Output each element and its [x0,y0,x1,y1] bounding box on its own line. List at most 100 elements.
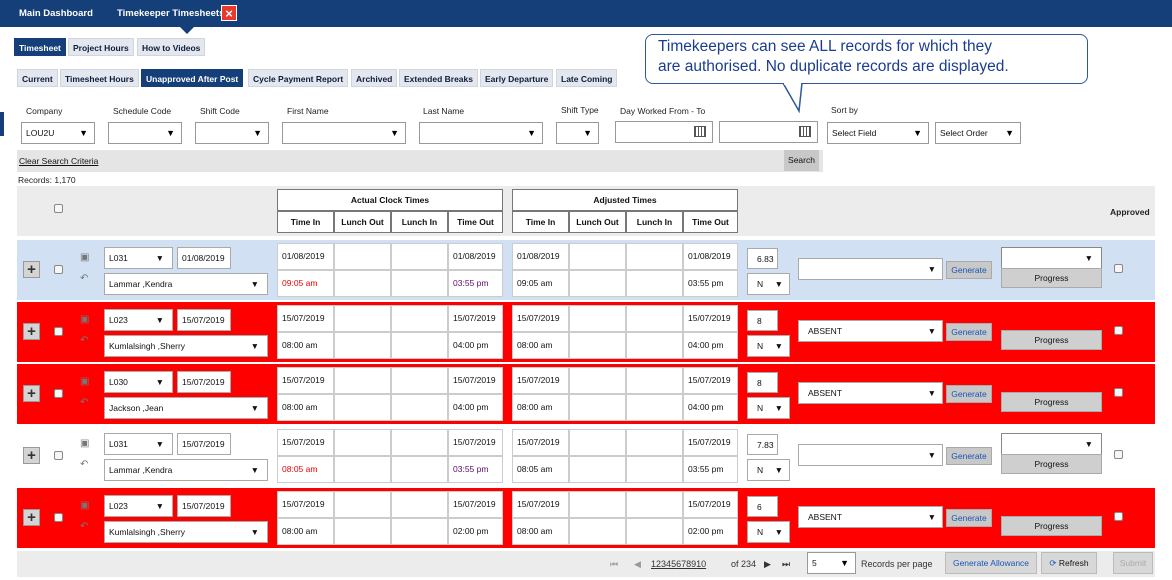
flag-select[interactable]: N ▼ [747,521,790,543]
adjusted-time-in-date[interactable]: 15/07/2019 [512,367,569,394]
close-tab-icon[interactable]: × [221,5,237,21]
subtab-late-coming[interactable]: Late Coming [556,69,618,87]
flag-select[interactable]: N ▼ [747,335,790,357]
expand-row-icon[interactable]: + [23,385,40,402]
adjusted-lunch-in-date[interactable] [626,491,683,518]
employee-select[interactable]: Lammar ,Kendra ▼ [104,273,268,295]
actual-lunch-out[interactable] [334,394,391,421]
actual-lunch-in[interactable] [391,394,448,421]
row-select-checkbox[interactable] [54,513,63,522]
reason-select[interactable]: ABSENT ▼ [798,382,943,404]
subtab-cycle-payment-report[interactable]: Cycle Payment Report [248,69,349,87]
actual-time-out-date[interactable]: 01/08/2019 [448,243,503,270]
progress-select[interactable]: ▼ [1001,247,1102,269]
adjusted-lunch-out-date[interactable] [569,429,626,456]
calendar-icon[interactable] [799,126,811,137]
select-all-checkbox[interactable] [54,204,63,213]
undo-icon[interactable]: ↶ [80,335,88,346]
row-date-input[interactable]: 15/07/2019 [177,433,231,455]
adjusted-time-out-date[interactable]: 15/07/2019 [683,367,738,394]
actual-lunch-out[interactable] [334,456,391,483]
actual-time-out[interactable]: 02:00 pm [448,518,503,545]
adjusted-lunch-in[interactable] [626,270,683,297]
subtab-timesheet-hours[interactable]: Timesheet Hours [60,69,139,87]
generate-button[interactable]: Generate [946,261,992,279]
adjusted-time-in[interactable]: 09:05 am [512,270,569,297]
expand-row-icon[interactable]: + [23,509,40,526]
hours-input[interactable]: 6.83 [747,248,778,269]
actual-lunch-out-date[interactable] [334,305,391,332]
row-select-checkbox[interactable] [54,389,63,398]
generate-button[interactable]: Generate [946,447,992,465]
actual-lunch-out-date[interactable] [334,429,391,456]
sort-field-select[interactable]: Select Field ▼ [827,122,929,144]
subtab-unapproved-after-post[interactable]: Unapproved After Post [141,69,244,87]
adjusted-lunch-in[interactable] [626,332,683,359]
actual-lunch-out-date[interactable] [334,491,391,518]
adjusted-lunch-out[interactable] [569,394,626,421]
actual-lunch-out-date[interactable] [334,243,391,270]
code-select[interactable]: L030 ▼ [104,371,173,393]
code-select[interactable]: L031 ▼ [104,433,173,455]
actual-lunch-in[interactable] [391,270,448,297]
flag-select[interactable]: N ▼ [747,459,790,481]
actual-time-in[interactable]: 08:00 am [277,394,334,421]
tab-timesheet[interactable]: Timesheet [14,38,66,56]
company-select[interactable]: LOU2U ▼ [21,122,95,144]
generate-button[interactable]: Generate [946,323,992,341]
actual-lunch-in-date[interactable] [391,491,448,518]
flag-select[interactable]: N ▼ [747,397,790,419]
expand-row-icon[interactable]: + [23,261,40,278]
row-select-checkbox[interactable] [54,451,63,460]
adjusted-lunch-in-date[interactable] [626,243,683,270]
adjusted-time-in-date[interactable]: 15/07/2019 [512,491,569,518]
adjusted-time-out[interactable]: 04:00 pm [683,332,738,359]
progress-button[interactable]: Progress [1001,330,1102,350]
flag-select[interactable]: N ▼ [747,273,790,295]
actual-time-in-date[interactable]: 15/07/2019 [277,491,334,518]
actual-time-out[interactable]: 03:55 pm [448,270,503,297]
subtab-extended-breaks[interactable]: Extended Breaks [399,69,478,87]
expand-row-icon[interactable]: + [23,323,40,340]
last-page-icon[interactable]: ⏭ [782,559,790,570]
adjusted-lunch-in-date[interactable] [626,429,683,456]
adjusted-lunch-out-date[interactable] [569,491,626,518]
approved-checkbox[interactable] [1114,450,1123,459]
adjusted-lunch-out-date[interactable] [569,305,626,332]
first-page-icon[interactable]: ⏮ [610,559,618,570]
employee-select[interactable]: Lammar ,Kendra ▼ [104,459,268,481]
adjusted-time-out[interactable]: 02:00 pm [683,518,738,545]
actual-time-in[interactable]: 09:05 am [277,270,334,297]
undo-icon[interactable]: ↶ [80,521,88,532]
adjusted-time-in-date[interactable]: 01/08/2019 [512,243,569,270]
progress-button[interactable]: Progress [1001,392,1102,412]
generate-button[interactable]: Generate [946,385,992,403]
actual-time-in-date[interactable]: 01/08/2019 [277,243,334,270]
first-name-select[interactable]: ▼ [282,122,406,144]
actual-time-in-date[interactable]: 15/07/2019 [277,429,334,456]
calendar-icon[interactable] [694,126,706,137]
actual-lunch-out[interactable] [334,270,391,297]
employee-select[interactable]: Kumlalsingh ,Sherry ▼ [104,521,268,543]
generate-allowance-button[interactable]: Generate Allowance [945,552,1037,574]
code-select[interactable]: L023 ▼ [104,309,173,331]
adjusted-time-out[interactable]: 04:00 pm [683,394,738,421]
reason-select[interactable]: ABSENT ▼ [798,320,943,342]
actual-time-in[interactable]: 08:00 am [277,332,334,359]
actual-time-out-date[interactable]: 15/07/2019 [448,305,503,332]
actual-lunch-out-date[interactable] [334,367,391,394]
adjusted-time-out[interactable]: 03:55 pm [683,270,738,297]
actual-lunch-in-date[interactable] [391,243,448,270]
adjusted-time-out[interactable]: 03:55 pm [683,456,738,483]
approved-checkbox[interactable] [1114,512,1123,521]
date-to-input[interactable] [719,121,818,143]
adjusted-lunch-in-date[interactable] [626,305,683,332]
save-icon[interactable]: ▣ [80,500,89,511]
actual-time-out[interactable]: 04:00 pm [448,332,503,359]
adjusted-lunch-out-date[interactable] [569,367,626,394]
adjusted-time-out-date[interactable]: 15/07/2019 [683,305,738,332]
actual-lunch-in-date[interactable] [391,305,448,332]
adjusted-time-in[interactable]: 08:05 am [512,456,569,483]
actual-lunch-in[interactable] [391,332,448,359]
adjusted-time-in[interactable]: 08:00 am [512,394,569,421]
